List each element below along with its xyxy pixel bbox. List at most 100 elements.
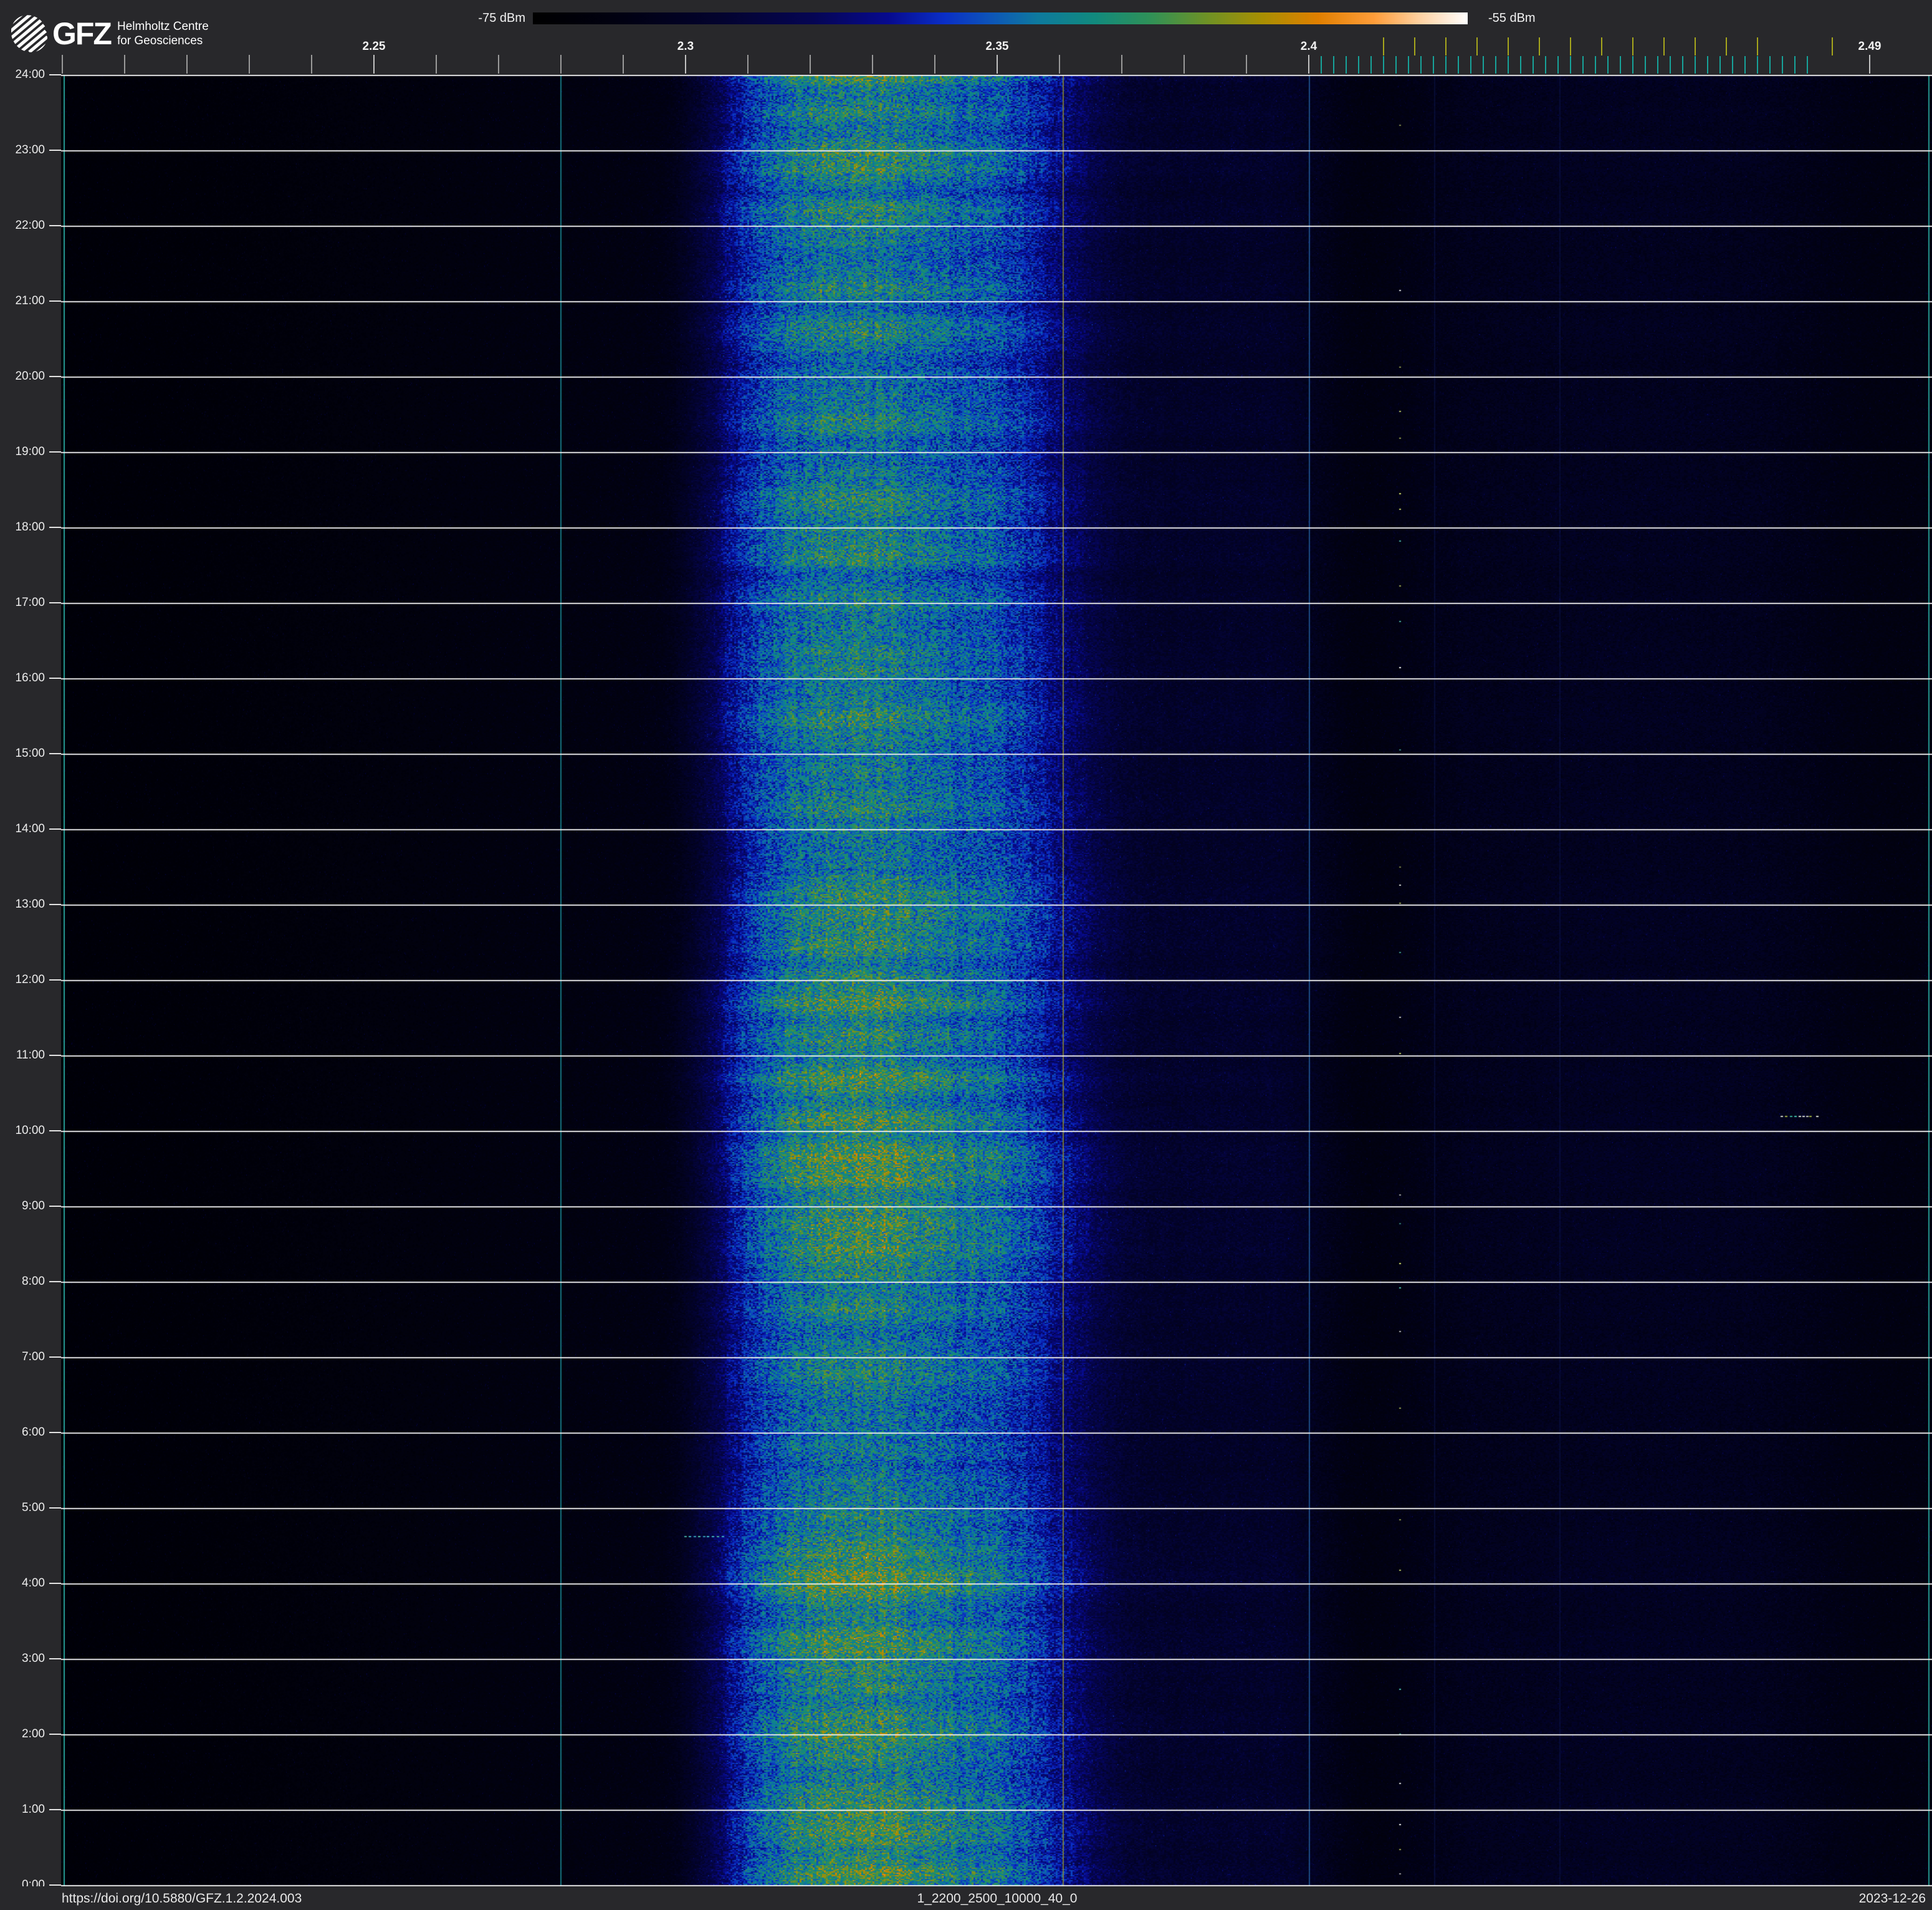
freq-tick-minor — [1121, 55, 1122, 74]
time-tick — [49, 1734, 61, 1735]
time-label: 21:00 — [15, 294, 45, 307]
date-text: 2023-12-26 — [1858, 1891, 1926, 1906]
time-tick — [49, 1507, 61, 1509]
time-label: 17:00 — [15, 596, 45, 609]
ble-channel-tick — [1545, 56, 1546, 74]
freq-tick-minor — [1246, 55, 1247, 74]
time-tick — [49, 376, 61, 377]
time-tick — [49, 1206, 61, 1207]
colorbar-min-label: -75 dBm — [478, 11, 525, 25]
time-tick — [49, 150, 61, 151]
ble-channel-tick — [1582, 56, 1584, 74]
time-tick — [49, 979, 61, 981]
ble-channel-tick — [1657, 56, 1658, 74]
ble-channel-tick — [1570, 56, 1571, 74]
freq-tick-minor — [436, 55, 437, 74]
freq-tick-major — [373, 55, 375, 74]
ble-channel-tick — [1707, 56, 1708, 74]
time-label: 22:00 — [15, 219, 45, 232]
ble-channel-tick — [1383, 56, 1384, 74]
wifi-channel-tick — [1508, 37, 1509, 55]
ble-channel-tick — [1370, 56, 1372, 74]
ble-channel-tick — [1595, 56, 1596, 74]
spectrogram-page: GFZ Helmholtz Centre for Geosciences -75… — [0, 0, 1932, 1910]
time-label: 9:00 — [22, 1199, 45, 1212]
ble-channel-tick — [1769, 56, 1771, 74]
time-tick — [49, 1055, 61, 1056]
freq-tick-minor — [623, 55, 624, 74]
time-tick — [49, 1583, 61, 1584]
ble-channel-tick — [1645, 56, 1646, 74]
time-tick — [49, 678, 61, 679]
ble-channel-tick — [1695, 56, 1696, 74]
footer-bar: https://doi.org/10.5880/GFZ.1.2.2024.003… — [0, 1886, 1932, 1910]
ble-channel-tick — [1533, 56, 1534, 74]
wifi-channel-tick — [1539, 37, 1540, 55]
time-label: 12:00 — [15, 973, 45, 986]
wifi-channel-tick — [1445, 37, 1447, 55]
freq-tick-label: 2.3 — [677, 40, 694, 53]
colorbar-max-label: -55 dBm — [1488, 11, 1536, 25]
wifi-channel-tick — [1663, 37, 1665, 55]
time-label: 6:00 — [22, 1426, 45, 1439]
time-label: 23:00 — [15, 143, 45, 156]
ble-channel-tick — [1620, 56, 1621, 74]
ble-channel-tick — [1607, 56, 1609, 74]
ble-channel-tick — [1732, 56, 1733, 74]
ble-channel-tick — [1508, 56, 1509, 74]
time-label: 14:00 — [15, 822, 45, 835]
time-label: 2:00 — [22, 1727, 45, 1740]
ble-channel-tick — [1782, 56, 1783, 74]
freq-tick-minor — [124, 55, 125, 74]
time-tick — [49, 828, 61, 830]
logo-subtitle-line2: for Geosciences — [117, 34, 203, 47]
ble-channel-tick — [1333, 56, 1334, 74]
freq-tick-major — [997, 55, 998, 74]
time-label: 3:00 — [22, 1652, 45, 1665]
ble-channel-tick — [1794, 56, 1796, 74]
freq-tick-major — [1869, 55, 1870, 74]
ble-channel-tick — [1744, 56, 1746, 74]
ble-channel-tick — [1632, 56, 1633, 74]
wifi-channel-tick — [1476, 37, 1478, 55]
freq-tick-label: 2.4 — [1300, 40, 1317, 53]
wifi-channel-tick — [1601, 37, 1602, 55]
freq-tick-label: 2.35 — [985, 40, 1009, 53]
freq-tick-major — [685, 55, 686, 74]
ble-channel-tick — [1346, 56, 1347, 74]
time-tick — [49, 1658, 61, 1659]
gfz-globe-icon — [11, 14, 47, 54]
time-label: 19:00 — [15, 445, 45, 458]
ble-channel-tick — [1807, 56, 1808, 74]
ble-channel-tick — [1470, 56, 1471, 74]
ble-channel-tick — [1321, 56, 1322, 74]
time-tick — [49, 1432, 61, 1433]
freq-tick-minor — [872, 55, 873, 74]
wifi-channel-tick — [1383, 37, 1384, 55]
time-label: 8:00 — [22, 1275, 45, 1288]
time-label: 20:00 — [15, 370, 45, 383]
time-label: 24:00 — [15, 68, 45, 81]
wifi-channel-tick — [1695, 37, 1696, 55]
freq-tick-minor — [747, 55, 748, 74]
doi-text: https://doi.org/10.5880/GFZ.1.2.2024.003 — [62, 1891, 302, 1906]
ble-channel-tick — [1520, 56, 1521, 74]
time-tick — [49, 1130, 61, 1131]
ble-channel-tick — [1682, 56, 1683, 74]
freq-tick-minor — [498, 55, 499, 74]
ble-channel-tick — [1670, 56, 1671, 74]
time-tick — [49, 451, 61, 453]
freq-tick-minor — [934, 55, 935, 74]
wifi-channel-tick — [1726, 37, 1727, 55]
logo-org-text: GFZ — [52, 16, 112, 51]
ble-channel-tick — [1358, 56, 1359, 74]
logo-subtitle: Helmholtz Centre for Geosciences — [117, 19, 209, 48]
ble-channel-tick — [1483, 56, 1484, 74]
freq-tick-minor — [62, 55, 63, 74]
time-label: 10:00 — [15, 1124, 45, 1137]
time-tick — [49, 74, 61, 75]
ble-channel-tick — [1395, 56, 1397, 74]
freq-tick-minor — [1059, 55, 1060, 74]
dataset-id-text: 1_2200_2500_10000_40_0 — [917, 1891, 1078, 1906]
ble-channel-tick — [1458, 56, 1459, 74]
